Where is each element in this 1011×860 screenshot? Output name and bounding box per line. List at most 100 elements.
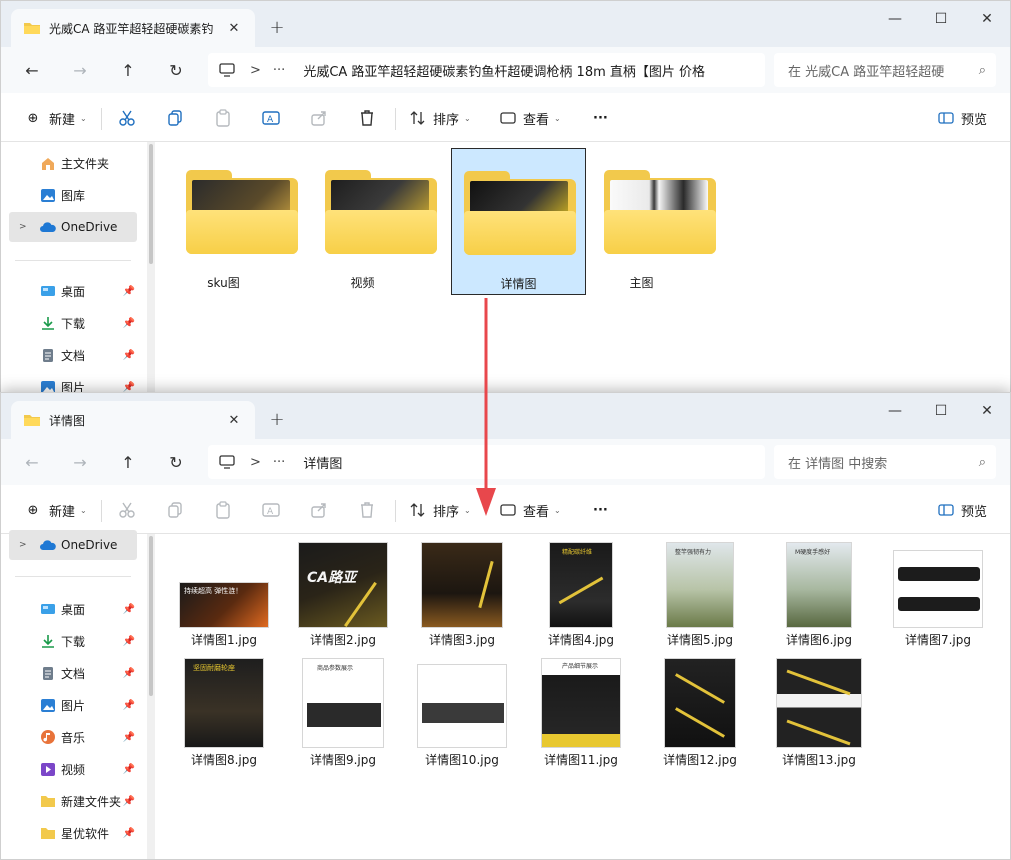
delete-button[interactable] [357,496,377,524]
view-button[interactable]: 查看 ⌄ [499,496,561,524]
sidebar-item-gallery[interactable]: 图库 [9,180,137,210]
pin-icon[interactable]: 📌 [123,382,135,393]
view-button[interactable]: 查看 ⌄ [499,104,561,132]
share-button[interactable] [309,496,329,524]
pin-icon[interactable]: 📌 [123,796,135,807]
rename-button[interactable]: A [261,104,281,132]
preview-button[interactable]: 预览 [937,104,987,132]
rename-button[interactable]: A [261,496,281,524]
refresh-button[interactable]: ↻ [161,55,191,85]
sidebar-item-music[interactable]: 音乐 📌 [9,722,137,752]
close-tab-icon[interactable]: ✕ [223,409,245,431]
expand-chevron-icon[interactable]: > [19,540,27,550]
forward-button[interactable]: → [65,447,95,477]
sidebar-item-videos[interactable]: 视频 📌 [9,754,137,784]
sidebar-item-onedrive[interactable]: > OneDrive [9,530,137,560]
new-button[interactable]: ⊕ 新建 ⌄ [23,104,87,132]
search-box[interactable]: 在 光威CA 路亚竿超轻超硬 ⌕ [774,53,996,87]
file-item[interactable]: 详情图10.jpg [412,654,512,770]
copy-button[interactable] [165,496,185,524]
forward-button[interactable]: → [65,55,95,85]
pin-icon[interactable]: 📌 [123,764,135,775]
sidebar-item-onedrive[interactable]: > OneDrive [9,212,137,242]
scrollbar-thumb[interactable] [149,536,153,696]
file-item[interactable]: 产品细节展示 详情图11.jpg [531,654,631,770]
address-bar[interactable]: > ··· 详情图 [208,445,765,479]
sort-button[interactable]: 排序 ⌄ [409,496,471,524]
sidebar-item-xingyou-software[interactable]: 星优软件 📌 [9,818,137,848]
folder-video[interactable]: 视频 [295,148,437,295]
file-item[interactable]: 详情图13.jpg [769,654,869,770]
delete-button[interactable] [357,104,377,132]
share-button[interactable] [309,104,329,132]
new-button[interactable]: ⊕ 新建 ⌄ [23,496,87,524]
file-item[interactable]: M硬度手感好 详情图6.jpg [769,534,869,650]
tab-detail-folder[interactable]: 详情图 ✕ [11,401,255,439]
back-button[interactable]: ← [17,447,47,477]
folder-detail[interactable]: 详情图 [451,148,586,295]
ellipsis-icon[interactable]: ··· [273,455,285,470]
sidebar-item-home[interactable]: 主文件夹 [9,148,137,178]
file-item[interactable]: 详情图12.jpg [650,654,750,770]
minimize-button[interactable]: — [872,1,918,37]
sidebar-scrollbar[interactable] [147,534,155,859]
maximize-button[interactable]: ☐ [918,393,964,429]
sidebar-item-downloads[interactable]: 下载 📌 [9,308,137,338]
pin-icon[interactable]: 📌 [123,350,135,361]
sidebar-item-new-folder[interactable]: 新建文件夹 📌 [9,786,137,816]
file-item[interactable]: 商品参数展示 详情图9.jpg [293,654,393,770]
sort-button[interactable]: 排序 ⌄ [409,104,471,132]
pin-icon[interactable]: 📌 [123,732,135,743]
file-item[interactable]: 详情图3.jpg [412,534,512,650]
sidebar-item-downloads[interactable]: 下载 📌 [9,626,137,656]
maximize-button[interactable]: ☐ [918,1,964,37]
cut-button[interactable] [117,104,137,132]
close-window-button[interactable]: ✕ [964,393,1010,429]
up-button[interactable]: ↑ [113,447,143,477]
sidebar-item-pictures[interactable]: 图片 📌 [9,690,137,720]
sidebar-scrollbar[interactable] [147,142,155,399]
up-button[interactable]: ↑ [113,55,143,85]
ellipsis-icon[interactable]: ··· [273,63,285,78]
folder-sku[interactable]: sku图 [156,148,298,295]
pin-icon[interactable]: 📌 [123,828,135,839]
pin-icon[interactable]: 📌 [123,318,135,329]
close-window-button[interactable]: ✕ [964,1,1010,37]
pin-icon[interactable]: 📌 [123,700,135,711]
more-options-button[interactable]: ··· [593,496,608,524]
tab-main-folder[interactable]: 光威CA 路亚竿超轻超硬碳素钓 ✕ [11,9,255,47]
copy-button[interactable] [165,104,185,132]
file-item[interactable]: 坚固耐磨轮座 详情图8.jpg [174,654,274,770]
search-box[interactable]: 在 详情图 中搜索 ⌕ [774,445,996,479]
pin-icon[interactable]: 📌 [123,668,135,679]
pin-icon[interactable]: 📌 [123,636,135,647]
pin-icon[interactable]: 📌 [123,604,135,615]
file-item[interactable]: 精配碳纤维 详情图4.jpg [531,534,631,650]
paste-button[interactable] [213,496,233,524]
file-item[interactable]: 持续超高 弹性涟！ 详情图1.jpg [174,534,274,650]
back-button[interactable]: ← [17,55,47,85]
scrollbar-thumb[interactable] [149,144,153,264]
new-tab-button[interactable]: + [263,405,291,433]
cut-button[interactable] [117,496,137,524]
close-tab-icon[interactable]: ✕ [223,17,245,39]
sidebar-item-documents[interactable]: 文档 📌 [9,658,137,688]
file-item[interactable]: 整竿强韧有力 详情图5.jpg [650,534,750,650]
address-bar[interactable]: > ··· 光威CA 路亚竿超轻超硬碳素钓鱼杆超硬调枪柄 18m 直柄【图片 价… [208,53,765,87]
refresh-button[interactable]: ↻ [161,447,191,477]
sidebar-item-desktop[interactable]: 桌面 📌 [9,594,137,624]
paste-button[interactable] [213,104,233,132]
new-icon: ⊕ [27,502,39,518]
expand-chevron-icon[interactable]: > [19,222,27,232]
file-item[interactable]: 详情图7.jpg [888,534,988,650]
more-options-button[interactable]: ··· [593,104,608,132]
new-tab-button[interactable]: + [263,13,291,41]
file-item[interactable]: CA路亚 详情图2.jpg [293,534,393,650]
preview-button[interactable]: 预览 [937,496,987,524]
sidebar-item-desktop[interactable]: 桌面 📌 [9,276,137,306]
sidebar-item-documents[interactable]: 文档 📌 [9,340,137,370]
chevron-down-icon: ⌄ [80,505,87,515]
minimize-button[interactable]: — [872,393,918,429]
pin-icon[interactable]: 📌 [123,286,135,297]
folder-main[interactable]: 主图 [574,148,716,295]
